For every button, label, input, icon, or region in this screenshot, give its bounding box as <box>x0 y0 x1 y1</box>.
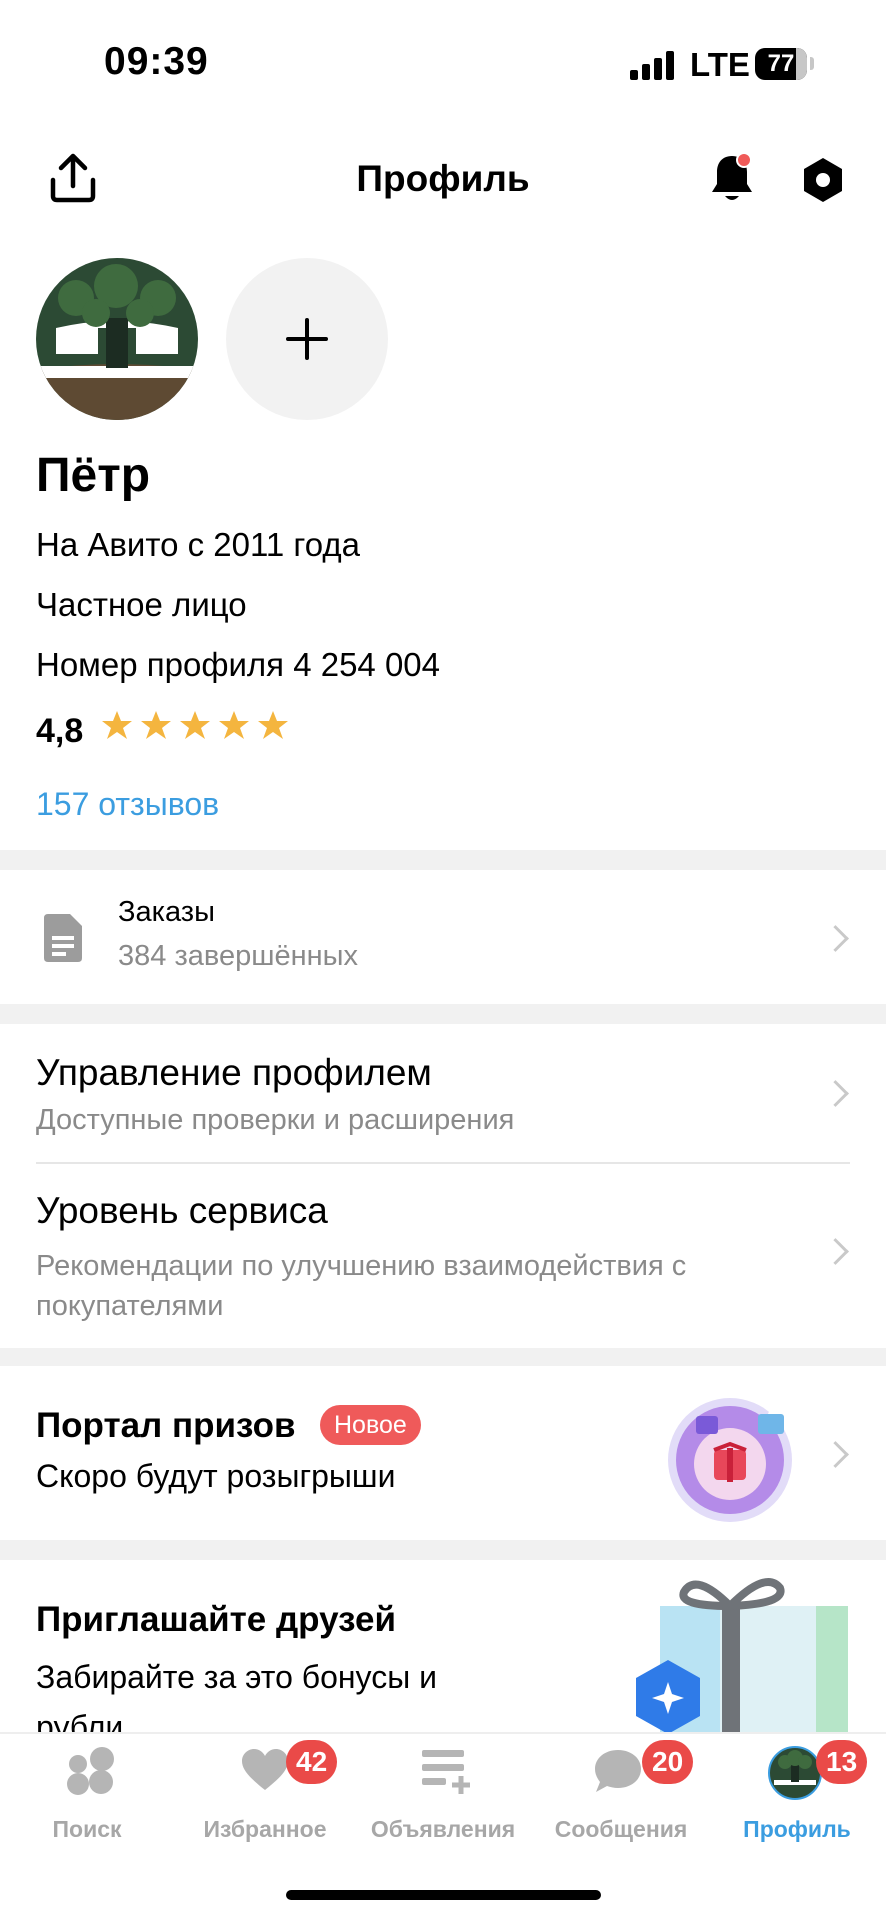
prize-portal-title: Портал призов <box>36 1406 296 1445</box>
orders-subtitle: 384 завершённых <box>118 940 358 972</box>
invite-subtitle: Забирайте за это бонусы и рубли <box>36 1659 437 1732</box>
star-icon <box>219 711 249 739</box>
avatar[interactable] <box>36 258 198 420</box>
chevron-right-icon <box>822 925 849 952</box>
battery-level: 77 <box>767 50 795 77</box>
bell-icon[interactable] <box>708 152 756 204</box>
invite-title: Приглашайте друзей <box>36 1600 396 1639</box>
invite-friends-card[interactable]: Приглашайте друзей Забирайте за это бону… <box>0 1560 886 1732</box>
prize-portal-subtitle: Скоро будут розыгрыши <box>36 1458 396 1494</box>
member-since: На Авито с 2011 года <box>36 526 360 563</box>
search-bubbles-icon <box>67 1747 114 1795</box>
profile-avatar-icon <box>768 1746 822 1800</box>
profile-name: Пётр <box>36 449 151 502</box>
account-type: Частное лицо <box>36 586 247 623</box>
tab-search-label: Поиск <box>52 1816 122 1842</box>
star-icon <box>180 711 210 739</box>
section-divider <box>0 1004 886 1024</box>
profile-management-row[interactable]: Управление профилем Доступные проверки и… <box>0 1024 886 1162</box>
favorites-count-badge: 42 <box>286 1740 338 1784</box>
home-indicator <box>286 1890 601 1900</box>
status-time: 09:39 <box>104 40 209 83</box>
messages-count-badge: 20 <box>642 1740 694 1784</box>
document-icon <box>44 914 82 962</box>
reviews-link[interactable]: 157 отзывов <box>36 786 219 823</box>
battery-tip <box>810 57 814 70</box>
rating-stars <box>100 708 290 753</box>
gift-box-icon <box>636 1578 848 1732</box>
tab-favorites-label: Избранное <box>203 1816 327 1842</box>
plus-icon <box>286 318 328 360</box>
section-divider <box>0 850 886 870</box>
prize-portal-row[interactable]: Портал призов Скоро будут розыгрыши <box>0 1366 886 1540</box>
star-icon <box>102 711 132 739</box>
settings-icon[interactable] <box>800 156 846 204</box>
signal-icon <box>630 50 676 80</box>
orders-row[interactable]: Заказы 384 завершённых <box>0 870 886 1004</box>
profile-management-subtitle: Доступные проверки и расширения <box>36 1104 515 1136</box>
chevron-right-icon <box>822 1238 849 1265</box>
tab-listings-label: Объявления <box>370 1816 516 1842</box>
prize-gift-icon <box>668 1398 792 1522</box>
tab-messages-label: Сообщения <box>554 1816 688 1842</box>
profile-management-title: Управление профилем <box>36 1052 432 1093</box>
chat-bubble-icon <box>595 1750 641 1792</box>
heart-icon <box>242 1749 288 1790</box>
network-type: LTE <box>690 46 750 83</box>
rating-value: 4,8 <box>36 712 84 750</box>
profile-count-badge: 13 <box>816 1740 868 1784</box>
service-level-subtitle: Рекомендации по улучшению взаимодействия… <box>36 1250 687 1322</box>
orders-title: Заказы <box>118 896 215 928</box>
battery-icon: 77 <box>755 48 807 80</box>
service-level-title: Уровень сервиса <box>36 1190 328 1231</box>
tab-profile-label: Профиль <box>743 1816 851 1842</box>
star-icon <box>258 711 288 739</box>
chevron-right-icon <box>822 1441 849 1468</box>
service-level-row[interactable]: Уровень сервиса Рекомендации по улучшени… <box>0 1164 886 1348</box>
new-badge: Новое <box>320 1405 421 1445</box>
star-icon <box>141 711 171 739</box>
section-divider <box>0 1540 886 1560</box>
profile-number: Номер профиля 4 254 004 <box>36 646 441 683</box>
section-divider <box>0 1348 886 1366</box>
add-photo-button[interactable] <box>226 258 388 420</box>
listings-icon <box>422 1750 470 1794</box>
chevron-right-icon <box>822 1080 849 1107</box>
